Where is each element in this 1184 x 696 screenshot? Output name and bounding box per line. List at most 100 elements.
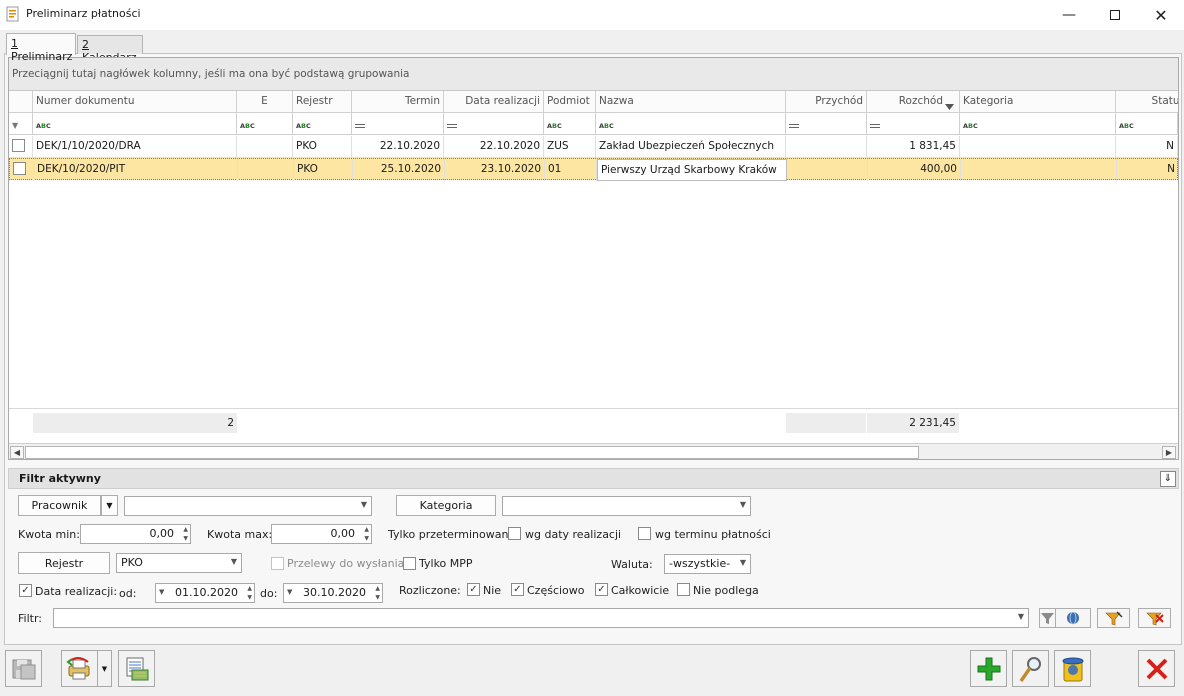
tylko-przeterminowane-label: Tylko przeterminowane: [388,528,519,541]
tab-kalendarz[interactable]: 2 Kalendarz [77,35,143,64]
calendar-dropdown-icon: ▼ [159,588,165,596]
wg-terminu-platnosci-checkbox[interactable] [638,527,651,540]
collapse-filter-button[interactable]: ⇓ [1160,471,1176,487]
filter-e[interactable]: ABC [237,113,293,135]
filter-options-button[interactable] [1055,608,1091,628]
print-button[interactable] [61,650,98,687]
text-filter-icon: ABC [296,122,311,130]
edit-button[interactable] [1012,650,1049,687]
funnel-icon [1041,612,1054,624]
data-realizacji-checkbox[interactable]: ✓ [19,584,32,597]
rozliczone-nie-checkbox[interactable]: ✓ [467,583,480,596]
header-select[interactable] [9,91,33,113]
header-kategoria[interactable]: Kategoria [960,91,1116,113]
pracownik-button[interactable]: Pracownik [18,495,101,516]
filter-rejestr[interactable]: ABC [293,113,352,135]
filter-przychod[interactable] [786,113,867,135]
payments-grid: Przeciągnij tutaj nagłówek kolumny, jeśl… [8,57,1179,460]
row-checkbox[interactable] [10,159,34,181]
filter-rozchod[interactable] [867,113,960,135]
cell-termin: 25.10.2020 [353,159,445,181]
tylko-mpp-label: Tylko MPP [419,557,473,570]
kwota-max-input[interactable]: 0,00 ▲ ▼ [271,524,372,544]
maximize-button[interactable] [1092,0,1138,30]
scrollbar-thumb[interactable] [25,446,919,459]
header-rejestr[interactable]: Rejestr [293,91,352,113]
przelewy-do-wyslania-checkbox[interactable] [271,557,284,570]
header-data-realizacji[interactable]: Data realizacji [444,91,544,113]
header-status[interactable]: Status [1116,91,1178,113]
group-by-area[interactable]: Przeciągnij tutaj nagłówek kolumny, jeśl… [9,58,1178,91]
kwota-min-input[interactable]: 0,00 ▲ ▼ [80,524,191,544]
rejestr-button[interactable]: Rejestr [18,552,110,574]
header-e[interactable]: E [237,91,293,113]
header-numer-dokumentu[interactable]: Numer dokumentu [33,91,237,113]
spinner-icon: ▲ ▼ [364,526,369,542]
clear-filter-button[interactable] [1138,608,1171,628]
scroll-left-button[interactable]: ◀ [10,446,24,459]
checkbox-box [13,162,26,175]
tab-preliminarz[interactable]: 1 Preliminarz [6,33,76,63]
chevron-down-icon: ▼ [1017,612,1024,621]
delete-button[interactable] [1054,650,1091,687]
add-button[interactable] [970,650,1007,687]
header-nazwa[interactable]: Nazwa [596,91,786,113]
date-to-value: 30.10.2020 [303,586,366,599]
row-checkbox[interactable] [9,136,33,158]
close-x-icon [1146,658,1167,679]
chevron-down-icon: ▼ [739,558,746,567]
table-row[interactable]: DEK/1/10/2020/DRA PKO 22.10.2020 22.10.2… [9,136,1178,158]
header-podmiot[interactable]: Podmiot [544,91,596,113]
horizontal-scrollbar[interactable]: ◀ ▶ [9,443,1178,459]
table-row-selected[interactable]: DEK/10/2020/PIT PKO 25.10.2020 23.10.202… [9,158,1178,181]
print-dropdown-button[interactable]: ▼ [98,650,112,687]
scroll-right-button[interactable]: ▶ [1162,446,1176,459]
kategoria-select[interactable]: ▼ [502,496,751,516]
filter-termin[interactable] [352,113,444,135]
rozliczone-calkowicie-checkbox[interactable]: ✓ [595,583,608,596]
export-button[interactable] [118,650,155,687]
rozliczone-nie-podlega-checkbox[interactable] [677,583,690,596]
header-rozchod-label: Rozchód [898,95,943,107]
plus-icon [977,657,1000,680]
cell-nazwa-focused[interactable]: Pierwszy Urząd Skarbowy Kraków [597,159,787,181]
waluta-select-value: -wszystkie- [669,557,731,570]
chevron-down-icon: ▼ [230,557,237,566]
close-button[interactable] [1138,650,1175,687]
waluta-select[interactable]: -wszystkie- ▼ [664,554,751,574]
minimize-button[interactable]: — [1046,0,1092,30]
grid-filter-row: ▼ ABC ABC ABC ABC ABC ABC ABC [9,113,1178,135]
magnifier-icon [1019,656,1041,682]
pracownik-select[interactable]: ▼ [124,496,372,516]
double-chevron-down-icon: ⇓ [1163,473,1173,484]
cell-rejestr: PKO [293,136,352,158]
header-termin[interactable]: Termin [352,91,444,113]
pracownik-dropdown-button[interactable]: ▼ [101,495,118,516]
filter-numer[interactable]: ABC [33,113,237,135]
filter-kategoria[interactable]: ABC [960,113,1116,135]
tab-label: Preliminarz [11,50,73,63]
cell-status: N [1116,136,1178,158]
checkmark-icon: ✓ [597,584,606,595]
rejestr-select[interactable]: PKO ▼ [116,553,242,573]
rozliczone-czesciowo-checkbox[interactable]: ✓ [511,583,524,596]
filter-status[interactable]: ABC [1116,113,1178,135]
arrow-right-icon: ▶ [1165,448,1173,457]
date-to-input[interactable]: ▼ 30.10.2020 ▲ ▼ [283,583,383,603]
close-window-button[interactable]: ✕ [1138,0,1184,30]
equals-icon [447,124,457,128]
filter-nazwa[interactable]: ABC [596,113,786,135]
save-filter-button[interactable] [1097,608,1130,628]
equals-icon [355,124,365,128]
filter-data-realizacji[interactable] [444,113,544,135]
kategoria-button[interactable]: Kategoria [396,495,496,516]
header-przychod[interactable]: Przychód [786,91,867,113]
filter-podmiot[interactable]: ABC [544,113,596,135]
wg-daty-realizacji-checkbox[interactable] [508,527,521,540]
filtr-input[interactable]: ▼ [53,608,1029,628]
save-button[interactable] [5,650,42,687]
tylko-mpp-checkbox[interactable] [403,557,416,570]
date-from-input[interactable]: ▼ 01.10.2020 ▲ ▼ [155,583,255,603]
filter-row-icon-cell[interactable]: ▼ [9,113,33,135]
apply-filter-button[interactable] [1039,608,1055,628]
